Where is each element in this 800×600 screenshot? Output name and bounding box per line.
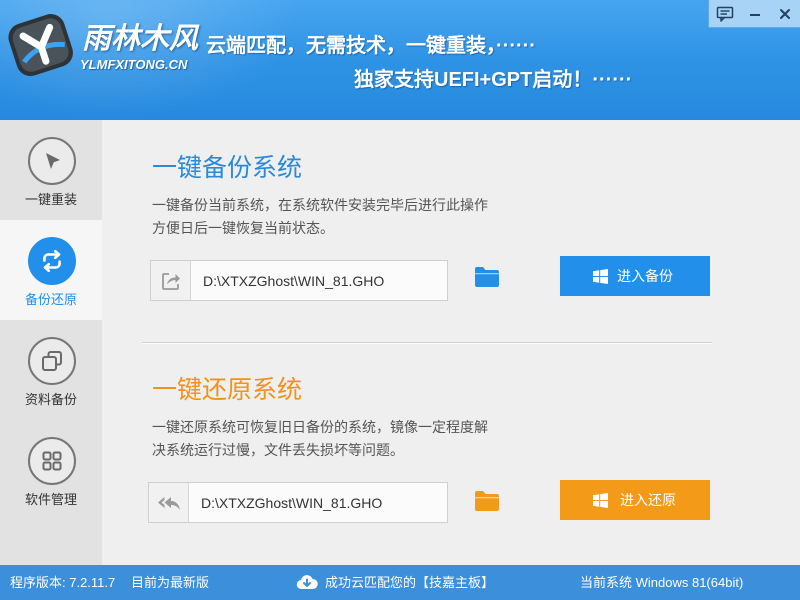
sidebar-item-reinstall[interactable]: 一键重装 [0, 120, 102, 220]
sidebar-item-label: 软件管理 [24, 492, 77, 507]
enter-restore-button[interactable]: 进入还原 [560, 480, 710, 520]
restore-description: 一键还原系统可恢复旧日备份的系统，镜像一定程度解 决系统运行过慢，文件丢失损坏等… [152, 416, 488, 462]
sidebar-icon-circle [28, 337, 76, 385]
restore-folder-icon[interactable] [474, 490, 500, 512]
cloud-download-icon [296, 575, 318, 590]
sidebar-item-backup-restore[interactable]: 备份还原 [0, 220, 102, 320]
backup-path-input[interactable] [203, 261, 443, 300]
sidebar-item-software-manager[interactable]: 软件管理 [0, 420, 102, 520]
cloud-match-text: 成功云匹配您的【技嘉主板】 [325, 575, 495, 590]
export-icon [161, 272, 180, 290]
backup-path-field[interactable] [150, 260, 448, 301]
enter-restore-label: 进入还原 [620, 492, 676, 508]
enter-backup-button[interactable]: 进入备份 [560, 256, 710, 296]
backup-description: 一键备份当前系统，在系统软件安装完毕后进行此操作 方便日后一键恢复当前状态。 [152, 194, 488, 240]
app-header: 雨林木风 YLMFXITONG.CN 云端匹配，无需技术，一键重装，······… [0, 0, 800, 120]
logo-subtitle: YLMFXITONG.CN [80, 57, 188, 72]
logo-title: 雨林木风 [82, 23, 199, 55]
sidebar-item-label: 备份还原 [24, 292, 77, 307]
enter-backup-label: 进入备份 [617, 268, 673, 284]
window-controls [708, 0, 800, 28]
windows-logo-icon [593, 493, 608, 508]
sidebar: 一键重装 备份还原 资料备份 软件管理 [0, 120, 102, 565]
backup-description-line2: 方便日后一键恢复当前状态。 [152, 220, 334, 236]
sidebar-icon-circle [28, 137, 76, 185]
backup-title: 一键备份系统 [152, 154, 303, 182]
section-divider [142, 342, 712, 344]
current-system-text: 当前系统 Windows 81(64bit) [580, 575, 744, 590]
minimize-icon [750, 13, 760, 16]
backup-path-icon-cell [151, 261, 191, 300]
feedback-icon [716, 6, 734, 22]
copy-icon [42, 351, 62, 371]
status-bar: 程序版本: 7.2.11.7 目前为最新版 成功云匹配您的【技嘉主板】 当前系统… [0, 565, 800, 600]
sidebar-icon-circle [28, 237, 76, 285]
restore-description-line2: 决系统运行过慢，文件丢失损坏等问题。 [152, 442, 404, 458]
sidebar-icon-circle [28, 437, 76, 485]
update-status-text: 目前为最新版 [131, 575, 210, 590]
sidebar-item-label: 资料备份 [24, 392, 77, 407]
minimize-button[interactable] [740, 0, 770, 27]
sync-icon [43, 249, 61, 273]
version-text: 程序版本: 7.2.11.7 [10, 575, 116, 590]
header-slogan-line1: 云端匹配，无需技术，一键重装，······ [206, 35, 536, 57]
cursor-icon [46, 153, 60, 169]
restore-path-field[interactable] [148, 482, 448, 523]
feedback-button[interactable] [710, 0, 740, 27]
windows-logo-icon [593, 269, 608, 284]
sidebar-item-label: 一键重装 [24, 192, 77, 207]
sidebar-item-data-backup[interactable]: 资料备份 [0, 320, 102, 420]
close-icon [780, 8, 790, 19]
main-panel: 一键备份系统 一键备份当前系统，在系统软件安装完毕后进行此操作 方便日后一键恢复… [102, 120, 800, 565]
backup-folder-icon[interactable] [474, 266, 500, 288]
close-button[interactable] [770, 0, 800, 27]
backup-description-line1: 一键备份当前系统，在系统软件安装完毕后进行此操作 [152, 197, 488, 213]
reply-all-icon [157, 496, 180, 510]
restore-description-line1: 一键还原系统可恢复旧日备份的系统，镜像一定程度解 [152, 419, 488, 435]
logo-emblem [8, 14, 73, 77]
grid-icon [42, 451, 62, 471]
restore-title: 一键还原系统 [152, 376, 303, 404]
restore-path-input[interactable] [201, 483, 443, 522]
restore-path-icon-cell [149, 483, 189, 522]
header-slogan-line2: 独家支持UEFI+GPT启动！······ [354, 69, 633, 91]
